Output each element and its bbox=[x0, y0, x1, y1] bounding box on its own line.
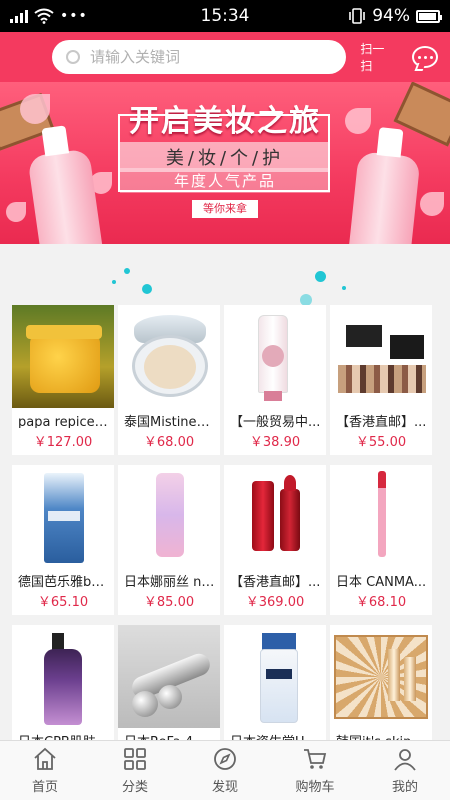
tab-category[interactable]: 分类 bbox=[90, 741, 180, 800]
product-image bbox=[118, 625, 220, 728]
product-image bbox=[330, 305, 432, 408]
tab-label: 发现 bbox=[211, 780, 238, 795]
decorative-dots bbox=[0, 244, 450, 306]
product-price: ￥85.00 bbox=[143, 595, 195, 610]
app-header: 扫一扫 bbox=[0, 32, 450, 82]
product-card[interactable]: 【香港直邮】... ￥55.00 bbox=[330, 305, 432, 455]
product-name: papa repice春... bbox=[18, 415, 114, 428]
product-name: 泰国Mistine陶... bbox=[124, 415, 220, 428]
petal-decoration bbox=[6, 202, 26, 222]
dot-decoration bbox=[124, 268, 130, 274]
more-status-icon: ••• bbox=[60, 8, 88, 24]
product-image bbox=[224, 305, 326, 408]
tab-discover[interactable]: 发现 bbox=[180, 741, 270, 800]
product-name: 【香港直邮】... bbox=[230, 575, 321, 588]
scan-button[interactable]: 扫一扫 bbox=[360, 40, 396, 74]
product-image bbox=[224, 625, 326, 728]
product-card[interactable]: 泰国Mistine陶... ￥68.00 bbox=[118, 305, 220, 455]
product-price: ￥68.10 bbox=[355, 595, 407, 610]
tab-cart[interactable]: 购物车 bbox=[270, 741, 360, 800]
product-card[interactable]: 【一般贸易中... ￥38.90 bbox=[224, 305, 326, 455]
category-icon bbox=[124, 748, 146, 770]
bottom-tab-bar: 首页 分类 发现 购物车 我的 bbox=[0, 740, 450, 800]
banner-subtitle-2: 年度人气产品 bbox=[120, 168, 330, 193]
status-left: ••• bbox=[10, 8, 88, 24]
banner-button[interactable]: 等你来拿 bbox=[192, 200, 258, 218]
product-price: ￥55.00 bbox=[355, 435, 407, 450]
product-name: 【香港直邮】... bbox=[336, 415, 427, 428]
tab-label: 分类 bbox=[121, 780, 148, 795]
product-card[interactable]: 【香港直邮】... ￥369.00 bbox=[224, 465, 326, 615]
promo-banner[interactable]: 开启美妆之旅 美/妆/个/护 年度人气产品 等你来拿 bbox=[0, 82, 450, 244]
product-image bbox=[330, 465, 432, 568]
tab-label: 首页 bbox=[31, 780, 58, 795]
product-image bbox=[224, 465, 326, 568]
product-price: ￥369.00 bbox=[245, 595, 305, 610]
wifi-icon bbox=[34, 8, 54, 24]
battery-percent: 94% bbox=[372, 6, 410, 26]
product-price: ￥68.00 bbox=[143, 435, 195, 450]
product-bottle-image bbox=[345, 151, 421, 244]
product-card[interactable]: 日本娜丽丝 na... ￥85.00 bbox=[118, 465, 220, 615]
product-image bbox=[12, 625, 114, 728]
dot-decoration bbox=[342, 286, 346, 290]
status-bar: ••• 15:34 94% bbox=[0, 0, 450, 32]
product-name: 【一般贸易中... bbox=[230, 415, 321, 428]
tab-profile[interactable]: 我的 bbox=[360, 741, 450, 800]
product-name: 日本娜丽丝 na... bbox=[124, 575, 220, 588]
product-name: 德国芭乐雅ba... bbox=[18, 575, 112, 588]
cart-icon bbox=[304, 749, 327, 769]
tab-label: 我的 bbox=[391, 780, 418, 795]
search-input[interactable] bbox=[90, 48, 320, 66]
dot-decoration bbox=[112, 280, 116, 284]
battery-icon bbox=[416, 9, 442, 23]
petal-decoration bbox=[420, 192, 444, 216]
product-card[interactable]: 日本 CANMA... ￥68.10 bbox=[330, 465, 432, 615]
product-price: ￥127.00 bbox=[33, 435, 93, 450]
dot-decoration bbox=[142, 284, 152, 294]
tab-label: 购物车 bbox=[295, 780, 335, 795]
profile-icon bbox=[394, 749, 416, 771]
product-image bbox=[118, 465, 220, 568]
signal-icon bbox=[10, 9, 28, 23]
product-image bbox=[12, 305, 114, 408]
dot-decoration bbox=[315, 271, 326, 282]
product-card[interactable]: papa repice春... ￥127.00 bbox=[12, 305, 114, 455]
product-price: ￥38.90 bbox=[249, 435, 301, 450]
product-image bbox=[12, 465, 114, 568]
search-icon bbox=[66, 50, 80, 64]
product-name: 日本 CANMA... bbox=[336, 575, 427, 588]
product-bottle-image bbox=[27, 148, 107, 244]
product-image bbox=[330, 625, 432, 728]
discover-icon bbox=[214, 748, 236, 770]
vibrate-icon bbox=[349, 8, 366, 24]
product-grid: papa repice春... ￥127.00 泰国Mistine陶... ￥6… bbox=[12, 305, 432, 775]
message-icon[interactable] bbox=[412, 46, 438, 68]
search-bar[interactable] bbox=[52, 40, 347, 74]
status-right: 94% bbox=[348, 6, 442, 26]
product-price: ￥65.10 bbox=[37, 595, 89, 610]
home-icon bbox=[34, 747, 56, 770]
tab-home[interactable]: 首页 bbox=[0, 741, 90, 800]
product-card[interactable]: 德国芭乐雅ba... ￥65.10 bbox=[12, 465, 114, 615]
product-image bbox=[118, 305, 220, 408]
